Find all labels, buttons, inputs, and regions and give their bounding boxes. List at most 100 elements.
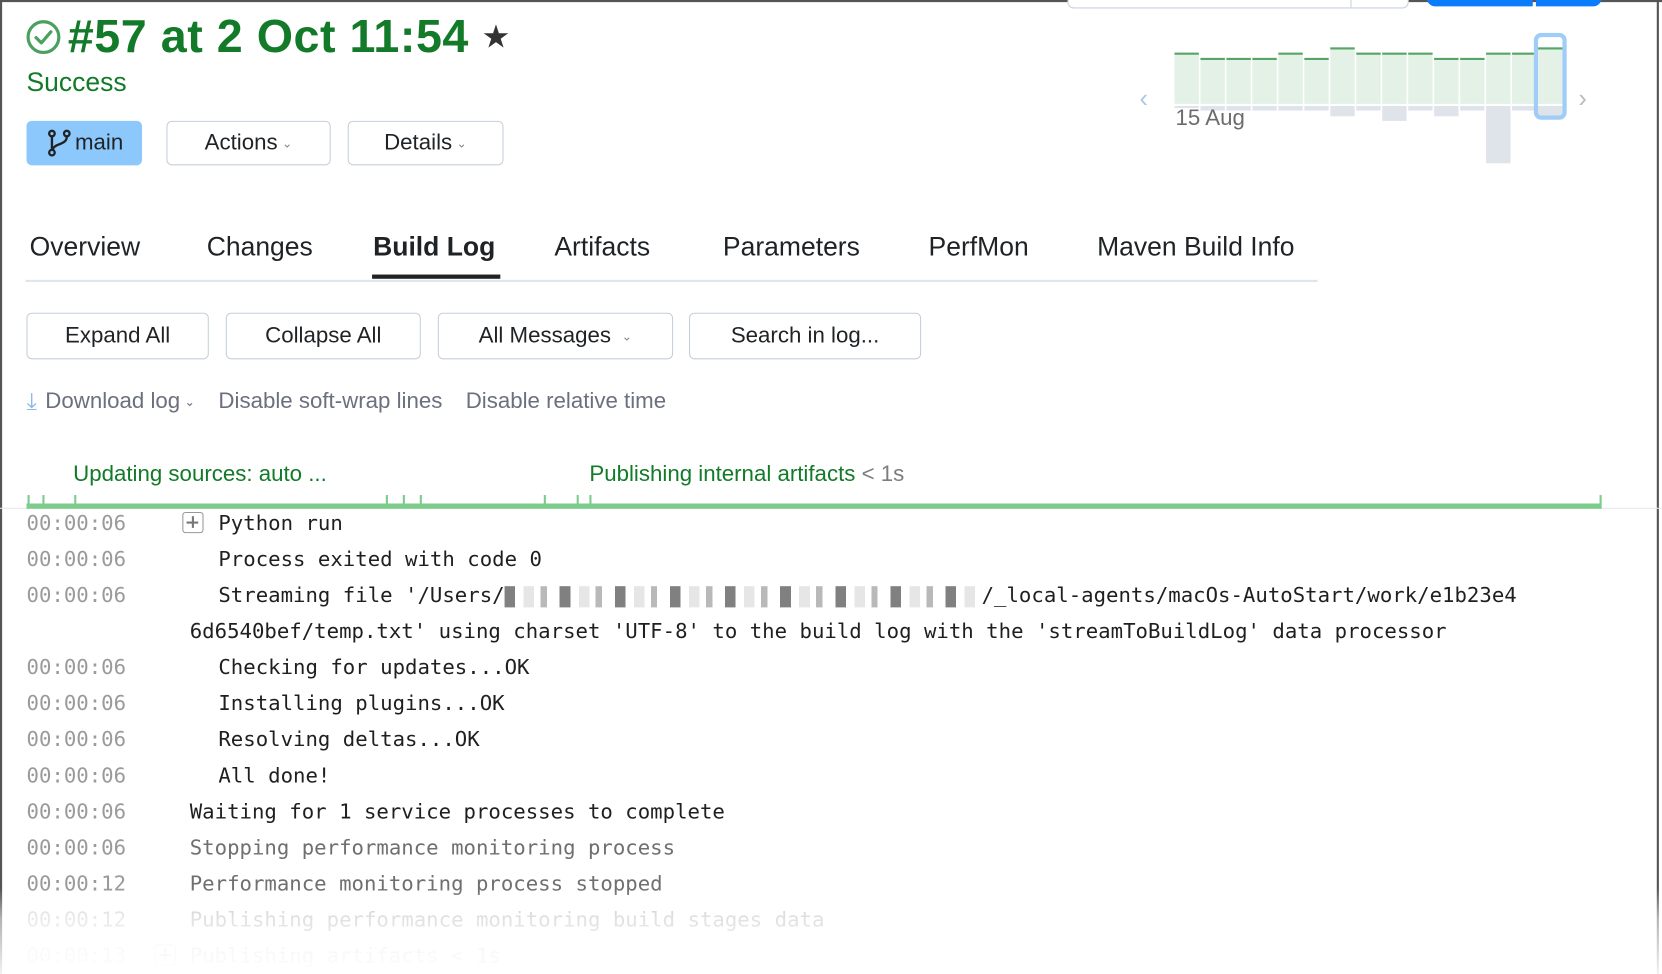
timeline-tick <box>385 495 388 505</box>
tab-maven-build-info[interactable]: Maven Build Info <box>1097 232 1294 263</box>
log-row: 00:00:06 Installing plugins...OK <box>0 686 1662 722</box>
branch-button[interactable]: main <box>26 120 143 166</box>
history-bar-status <box>1460 57 1485 60</box>
tab-overview[interactable]: Overview <box>30 232 140 263</box>
log-message: Publishing performance monitoring build … <box>189 907 825 932</box>
chevron-down-icon: ⌄ <box>456 135 468 151</box>
star-icon[interactable]: ★ <box>482 19 511 56</box>
history-bar-duration[interactable] <box>1538 47 1563 104</box>
details-dropdown[interactable]: Details ⌄ <box>347 120 504 166</box>
history-bar-wait <box>1252 105 1277 111</box>
collapse-all-button[interactable]: Collapse All <box>225 312 421 360</box>
details-label: Details <box>384 130 453 155</box>
window-border-top <box>0 0 1662 3</box>
history-bar-duration[interactable] <box>1278 52 1303 104</box>
log-timestamp: 00:00:06 <box>26 582 127 608</box>
history-bar-duration[interactable] <box>1252 57 1277 104</box>
top-search-field[interactable] <box>1067 0 1409 9</box>
search-in-log-button[interactable]: Search in log... <box>688 312 922 360</box>
download-log-link[interactable]: Download log <box>45 389 180 414</box>
run-button[interactable] <box>1426 0 1533 7</box>
history-bar-duration[interactable] <box>1330 47 1355 104</box>
history-bar-wait <box>1382 105 1407 121</box>
disable-relative-time-link[interactable]: Disable relative time <box>466 389 666 414</box>
history-bar-duration[interactable] <box>1382 52 1407 104</box>
history-bar-status <box>1408 52 1433 55</box>
history-bar-duration[interactable] <box>1434 57 1459 104</box>
log-row: 00:00:06 Stopping performance monitoring … <box>0 830 1662 866</box>
search-in-log-label: Search in log... <box>730 323 880 348</box>
build-title: #57 at 2 Oct 11:54 <box>67 10 469 63</box>
history-bar-wait <box>1408 105 1433 111</box>
run-options-button[interactable] <box>1535 0 1602 7</box>
history-bar-duration[interactable] <box>1486 52 1511 104</box>
chevron-down-icon[interactable]: ⌄ <box>184 394 195 409</box>
history-bars <box>1174 32 1567 164</box>
log-message: Stopping performance monitoring process <box>189 835 676 860</box>
history-bar-status <box>1330 47 1355 50</box>
log-timestamp: 00:00:06 <box>26 655 127 680</box>
collapse-all-label: Collapse All <box>265 323 382 348</box>
log-message: Streaming file '/Users//_local-agents/ma… <box>218 582 1517 608</box>
history-bar-status <box>1434 57 1459 60</box>
tab-changes[interactable]: Changes <box>207 232 313 263</box>
log-message: Process exited with code 0 <box>218 546 542 572</box>
history-date-label: 15 Aug <box>1175 105 1245 131</box>
tab-perfmon[interactable]: PerfMon <box>929 232 1029 263</box>
expand-all-button[interactable]: Expand All <box>26 312 209 360</box>
log-message: Publishing artifacts < 1s <box>189 943 501 968</box>
history-bar-wait <box>1434 105 1459 117</box>
timeline-stage-label[interactable]: Updating sources: auto ... <box>73 462 327 487</box>
log-row: 00:00:06 Checking for updates...OK <box>0 650 1662 686</box>
history-bar-duration[interactable] <box>1356 52 1381 104</box>
timeline-stage-label[interactable]: Publishing internal artifacts < 1s <box>589 462 904 487</box>
log-row: 00:00:06 Resolving deltas...OK <box>0 722 1662 758</box>
history-bar-duration[interactable] <box>1460 57 1485 104</box>
tab-parameters[interactable]: Parameters <box>723 232 860 263</box>
history-bar-status <box>1174 52 1199 55</box>
log-row: 00:00:06 Process exited with code 0 <box>0 542 1662 578</box>
log-row: 00:00:06 All done! <box>0 758 1662 794</box>
build-title-row: #57 at 2 Oct 11:54 ★ <box>25 11 510 64</box>
tab-artifacts[interactable]: Artifacts <box>554 232 650 263</box>
stage-name: Publishing internal artifacts <box>589 462 856 487</box>
history-bar-wait <box>1460 105 1485 111</box>
log-row: 00:00:06 Python run <box>0 506 1662 542</box>
active-tab-indicator <box>372 274 501 279</box>
disable-softwrap-link[interactable]: Disable soft-wrap lines <box>218 389 442 414</box>
build-history-chart: ‹ › 15 Aug <box>1139 26 1605 174</box>
check-circle-icon <box>26 20 61 55</box>
tab-build-log[interactable]: Build Log <box>373 232 495 263</box>
history-bar-wait <box>1486 105 1511 164</box>
timeline-tick <box>589 495 592 505</box>
timeline-tick <box>27 495 30 505</box>
history-bar-status <box>1512 52 1537 55</box>
history-bar-duration[interactable] <box>1512 52 1537 104</box>
history-bar-wait <box>1278 105 1303 111</box>
log-timestamp: 00:00:06 <box>26 691 127 716</box>
timeline-tick <box>576 495 579 505</box>
expand-block-icon[interactable] <box>182 511 204 534</box>
history-bar-duration[interactable] <box>1174 52 1199 104</box>
log-timestamp: 00:00:12 <box>26 871 127 896</box>
history-bar-wait <box>1538 105 1563 117</box>
log-row: 00:00:13 Publishing artifacts < 1s <box>0 938 1662 974</box>
history-bar-duration[interactable] <box>1304 57 1329 104</box>
download-icon[interactable]: ⤓ <box>26 388 36 416</box>
history-bar-wait <box>1304 105 1329 111</box>
history-bar-duration[interactable] <box>1226 57 1251 104</box>
history-bar-duration[interactable] <box>1200 57 1225 104</box>
timeline-tick <box>1599 495 1602 505</box>
history-bar-status <box>1278 52 1303 55</box>
log-timestamp: 00:00:06 <box>26 727 127 752</box>
stage-duration: < 1s <box>861 462 905 487</box>
chevron-down-icon: ⌄ <box>281 135 293 151</box>
actions-dropdown[interactable]: Actions ⌄ <box>166 120 331 166</box>
expand-block-icon[interactable] <box>154 944 176 966</box>
history-bar-wait <box>1512 105 1537 111</box>
message-filter-dropdown[interactable]: All Messages ⌄ <box>437 312 674 360</box>
history-bar-duration[interactable] <box>1408 52 1433 104</box>
log-timestamp: 00:00:06 <box>26 799 127 824</box>
expand-all-label: Expand All <box>65 323 171 348</box>
log-message: Checking for updates...OK <box>218 655 530 680</box>
